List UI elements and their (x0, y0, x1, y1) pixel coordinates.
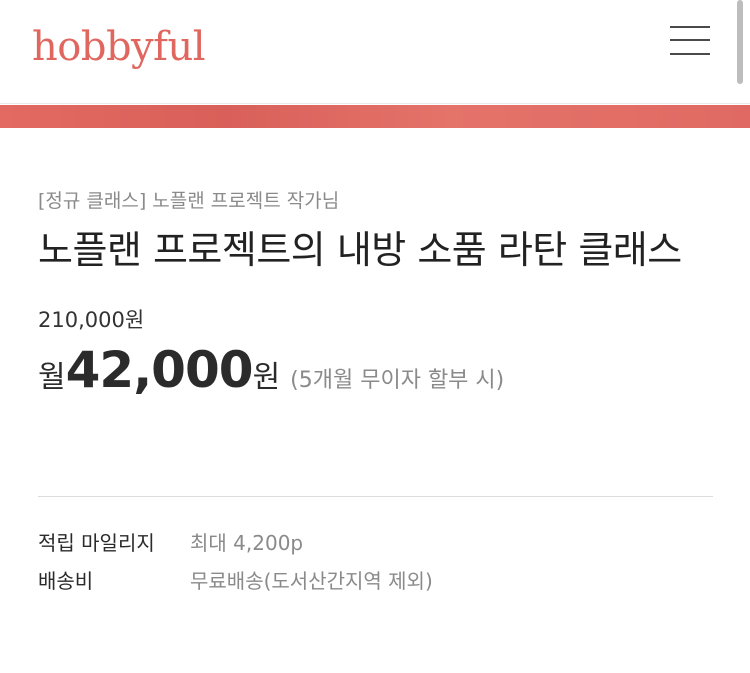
class-title: 노플랜 프로젝트의 내방 소품 라탄 클래스 (38, 228, 682, 272)
monthly-amount: 42,000 (65, 341, 254, 399)
scrollbar[interactable] (737, 0, 743, 84)
shipping-label: 배송비 (38, 568, 94, 593)
class-label: [정규 클래스] 노플랜 프로젝트 작가님 (38, 190, 340, 212)
shipping-value: 무료배송(도서산간지역 제외) (190, 568, 433, 593)
shipping-row: 배송비 무료배송(도서산간지역 제외) (38, 560, 714, 598)
hamburger-icon-line (670, 39, 710, 41)
hamburger-icon-line (670, 53, 710, 55)
monthly-price: 월 42,000 원 (5개월 무이자 할부 시) (38, 341, 714, 403)
divider (38, 496, 713, 497)
original-price: 210,000원 (38, 308, 145, 332)
monthly-prefix: 월 (38, 360, 66, 395)
monthly-suffix: 원 (252, 360, 281, 395)
hamburger-icon-line (670, 26, 710, 28)
hobbyful-logo[interactable]: hobbyful (32, 22, 206, 72)
product-info-table: 적립 마일리지 최대 4,200p 배송비 무료배송(도서산간지역 제외) (38, 522, 714, 598)
hamburger-menu-button[interactable] (668, 26, 712, 60)
mileage-label: 적립 마일리지 (38, 530, 155, 555)
product-image-strip (0, 105, 750, 128)
top-header: hobbyful (0, 0, 750, 104)
installment-note: (5개월 무이자 할부 시) (290, 368, 505, 393)
product-summary: [정규 클래스] 노플랜 프로젝트 작가님 노플랜 프로젝트의 내방 소품 라탄… (38, 185, 714, 403)
mileage-value: 최대 4,200p (190, 530, 304, 555)
mileage-row: 적립 마일리지 최대 4,200p (38, 522, 714, 560)
